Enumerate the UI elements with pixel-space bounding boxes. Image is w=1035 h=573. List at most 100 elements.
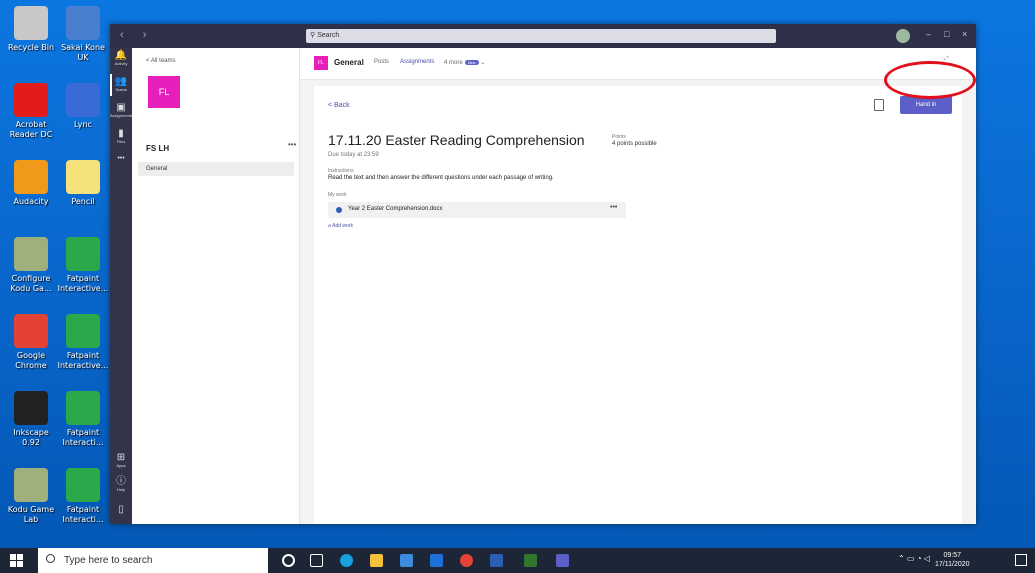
app-icon	[14, 468, 48, 502]
chevron-down-icon: ⌄	[480, 60, 486, 66]
apps-icon: ⊞	[116, 452, 126, 463]
maximize-button[interactable]: □	[944, 29, 949, 39]
desktop-icon-label: Acrobat Reader DC	[9, 120, 53, 139]
desktop-icon-label: Audacity	[13, 197, 49, 206]
teams-icon[interactable]	[556, 554, 569, 567]
desktop-icon[interactable]: Audacity	[4, 160, 58, 207]
project-icon[interactable]	[524, 554, 537, 567]
rail-item-files[interactable]: ▮ Files	[110, 128, 132, 144]
desktop-icon[interactable]: Inkscape 0.92	[4, 391, 58, 448]
rail-item-teams[interactable]: 👥 Teams	[110, 76, 132, 92]
assignment-title: 17.11.20 Easter Reading Comprehension	[328, 132, 585, 148]
nav-arrows[interactable]: ‹ ›	[120, 29, 154, 41]
app-icon	[66, 391, 100, 425]
desktop-icon-label: Fatpaint Interacti...	[62, 505, 104, 524]
desktop-icon-label: Sakai Kone UK	[61, 43, 105, 62]
mail-icon[interactable]	[430, 554, 443, 567]
app-icon	[66, 237, 100, 271]
search-input[interactable]: ⚲ Search	[306, 29, 776, 43]
desktop-icon[interactable]: Recycle Bin	[4, 6, 58, 53]
desktop-icon[interactable]: Pencil	[56, 160, 110, 207]
desktop-icon[interactable]: Fatpaint Interactive...	[56, 237, 110, 294]
app-icon	[14, 160, 48, 194]
desktop-icon[interactable]: Google Chrome	[4, 314, 58, 371]
desktop-icon-label: Kodu Game Lab	[7, 505, 55, 524]
teams-window: ‹ › ⚲ Search – □ × 🔔 Activity 👥 Teams ▣ Ass…	[110, 24, 976, 524]
document-icon[interactable]	[874, 99, 884, 111]
help-icon: ⓘ	[116, 476, 126, 487]
back-link[interactable]: < Back	[328, 102, 350, 109]
word-doc-icon	[336, 207, 342, 213]
file-name: Year 2 Easter Comprehension.docx	[348, 206, 443, 212]
desktop-icon[interactable]: Acrobat Reader DC	[4, 83, 58, 140]
team-avatar: FL	[148, 76, 180, 108]
rail-item-apps[interactable]: ⊞ Apps	[110, 452, 132, 468]
desktop-icon-label: Lync	[74, 120, 92, 129]
mobile-icon[interactable]: ▯	[110, 504, 132, 515]
app-icon	[66, 160, 100, 194]
app-icon	[66, 314, 100, 348]
search-icon	[46, 554, 55, 563]
close-button[interactable]: ×	[962, 29, 967, 39]
new-badge: New	[464, 59, 479, 65]
my-work-label: My work	[328, 192, 347, 198]
channel-item-general[interactable]: General	[138, 162, 294, 176]
main-area: FL General Posts Assignments 4 more New ⌄…	[300, 48, 976, 524]
desktop-icon-label: Fatpaint Interactive...	[57, 351, 109, 370]
due-date: Due today at 23:59	[328, 152, 379, 158]
attached-file[interactable]: Year 2 Easter Comprehension.docx •••	[328, 202, 626, 218]
cortana-icon[interactable]	[282, 554, 295, 567]
app-icon	[14, 6, 48, 40]
desktop-icon[interactable]: Fatpaint Interacti...	[56, 468, 110, 525]
taskbar-search-input[interactable]: Type here to search	[38, 548, 268, 573]
edge-icon[interactable]	[340, 554, 353, 567]
file-more-button[interactable]: •••	[610, 204, 617, 211]
channel-avatar: FL	[314, 56, 328, 70]
rail-item-activity[interactable]: 🔔 Activity	[110, 50, 132, 66]
tab-more[interactable]: 4 more New ⌄	[444, 59, 485, 66]
start-button[interactable]	[10, 554, 24, 568]
rail-item-assignments[interactable]: ▣ Assignments	[110, 102, 133, 118]
add-work-link[interactable]: ⌀ Add work	[328, 223, 353, 229]
instructions-text: Read the text and then answer the differ…	[328, 175, 554, 181]
rail-item-help[interactable]: ⓘ Help	[110, 476, 132, 492]
desktop-icon-label: Configure Kodu Ga...	[10, 274, 52, 293]
channel-title: General	[334, 58, 364, 67]
desktop-icon-label: Recycle Bin	[7, 43, 55, 52]
tray-icons[interactable]: ⌃ ▭ ◔ ◁	[898, 554, 930, 563]
desktop-icon[interactable]: Lync	[56, 83, 110, 130]
app-icon	[14, 314, 48, 348]
app-icon	[14, 391, 48, 425]
word-icon[interactable]	[490, 554, 503, 567]
desktop-icon[interactable]: Kodu Game Lab	[4, 468, 58, 525]
desktop-icon[interactable]: Fatpaint Interacti...	[56, 391, 110, 448]
file-explorer-icon[interactable]	[370, 554, 383, 567]
team-more-button[interactable]: •••	[288, 140, 296, 149]
store-icon[interactable]	[400, 554, 413, 567]
tab-assignments[interactable]: Assignments	[400, 59, 434, 65]
red-annotation-circle	[884, 61, 976, 99]
app-icon	[66, 83, 100, 117]
app-rail: 🔔 Activity 👥 Teams ▣ Assignments ▮ Files •••…	[110, 48, 133, 524]
assignment-card: < Back Hand in 17.11.20 Easter Reading C…	[314, 86, 962, 524]
all-teams-link[interactable]: < All teams	[146, 58, 176, 64]
app-icon	[14, 83, 48, 117]
minimize-button[interactable]: –	[926, 29, 931, 39]
clock[interactable]: 09:57 17/11/2020	[935, 551, 970, 569]
rail-item-more[interactable]: •••	[110, 155, 132, 162]
app-icon	[66, 468, 100, 502]
title-bar: ‹ › ⚲ Search – □ ×	[110, 24, 976, 48]
task-view-icon[interactable]	[310, 554, 323, 567]
desktop-icon[interactable]: Configure Kodu Ga...	[4, 237, 58, 294]
assignments-icon: ▣	[116, 102, 126, 113]
notification-icon[interactable]	[1015, 554, 1027, 566]
desktop-icon-label: Pencil	[71, 197, 95, 206]
files-icon: ▮	[118, 128, 124, 139]
desktop-icon[interactable]: Sakai Kone UK	[56, 6, 110, 63]
taskbar: Type here to search ⌃ ▭ ◔ ◁ 09:57 17/11/…	[0, 548, 1035, 573]
avatar[interactable]	[896, 29, 910, 43]
chrome-icon[interactable]	[460, 554, 473, 567]
instructions-label: Instructions	[328, 168, 354, 174]
desktop-icon[interactable]: Fatpaint Interactive...	[56, 314, 110, 371]
tab-posts[interactable]: Posts	[374, 59, 389, 65]
